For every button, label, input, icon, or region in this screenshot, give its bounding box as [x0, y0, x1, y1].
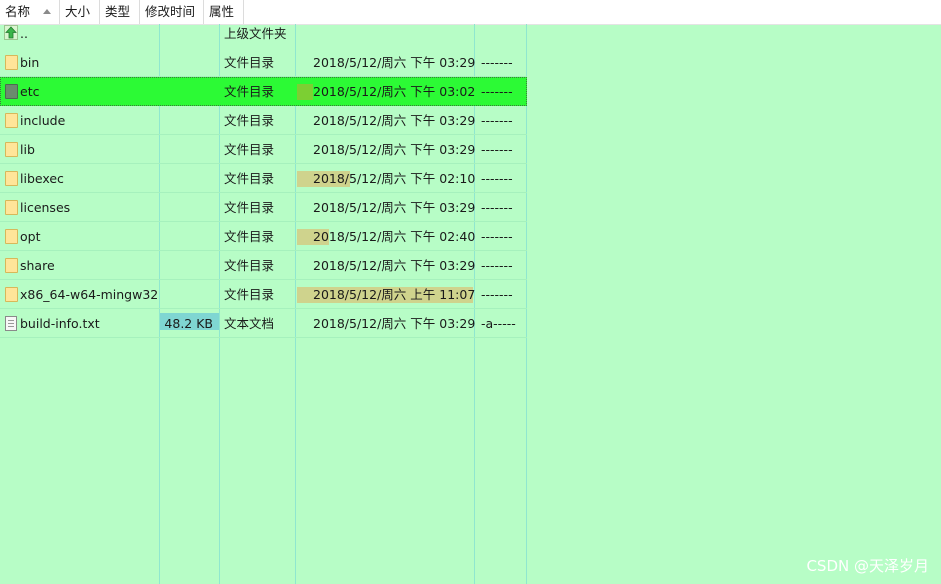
column-header-modified[interactable]: 修改时间 [140, 0, 204, 24]
file-size [160, 193, 219, 222]
file-row[interactable]: build-info.txt 48.2 KB 文本文档 2018/5/12/周六 下午… [0, 309, 527, 338]
folder-row[interactable]: share 文件目录 2018/5/12/周六 下午 03:29 ------- [0, 251, 527, 280]
folder-row[interactable]: libexec 文件目录 2018/5/12/周六 下午 02:10 ------- [0, 164, 527, 193]
file-name: include [20, 113, 66, 128]
column-header-modified-label: 修改时间 [145, 4, 196, 19]
column-header: 名称 大小 类型 修改时间 属性 [0, 0, 941, 25]
file-size [160, 164, 219, 193]
file-size [160, 106, 219, 135]
folder-icon [5, 258, 18, 273]
file-size [160, 135, 219, 164]
column-header-size-label: 大小 [65, 4, 91, 19]
file-name: x86_64-w64-mingw32 [20, 287, 159, 302]
file-icon [5, 316, 17, 331]
file-attributes: -a----- [481, 316, 516, 331]
file-attributes: ------- [481, 55, 513, 70]
column-header-name-label: 名称 [5, 4, 31, 19]
file-attributes: ------- [481, 84, 513, 99]
file-modified: 2018/5/12/周六 下午 03:29 [313, 55, 476, 70]
file-type: 文本文档 [224, 316, 275, 331]
file-attributes: ------- [481, 200, 513, 215]
file-name: opt [20, 229, 41, 244]
file-name: libexec [20, 171, 64, 186]
parent-folder-row[interactable]: .. 上级文件夹 [0, 24, 527, 43]
folder-icon [5, 287, 18, 302]
parent-folder-type: 上级文件夹 [224, 26, 287, 41]
file-modified: 2018/5/12/周六 下午 03:29 [313, 316, 476, 331]
folder-row[interactable]: etc 文件目录 2018/5/12/周六 下午 03:02 ------- [0, 77, 527, 106]
column-header-name[interactable]: 名称 [0, 0, 60, 24]
file-name: lib [20, 142, 35, 157]
folder-icon [5, 55, 18, 70]
file-type: 文件目录 [224, 84, 275, 99]
up-arrow-icon [4, 25, 18, 40]
file-modified: 2018/5/12/周六 上午 11:07 [313, 287, 476, 302]
file-size [160, 251, 219, 280]
folder-row[interactable]: x86_64-w64-mingw32 文件目录 2018/5/12/周六 上午 11… [0, 280, 527, 309]
file-modified: 2018/5/12/周六 下午 03:29 [313, 113, 476, 128]
file-name: share [20, 258, 55, 273]
file-modified: 2018/5/12/周六 下午 03:02 [313, 84, 476, 99]
folder-row[interactable]: bin 文件目录 2018/5/12/周六 下午 03:29 ------- [0, 48, 527, 77]
file-type: 文件目录 [224, 113, 275, 128]
file-type: 文件目录 [224, 229, 275, 244]
column-header-size[interactable]: 大小 [60, 0, 100, 24]
file-size [160, 77, 219, 106]
folder-icon [5, 200, 18, 215]
file-modified: 2018/5/12/周六 下午 03:29 [313, 142, 476, 157]
file-attributes: ------- [481, 287, 513, 302]
folder-row[interactable]: lib 文件目录 2018/5/12/周六 下午 03:29 ------- [0, 135, 527, 164]
file-size [160, 280, 219, 309]
file-modified: 2018/5/12/周六 下午 02:10 [313, 171, 476, 186]
file-name: licenses [20, 200, 71, 215]
file-name: build-info.txt [20, 316, 100, 331]
folder-row[interactable]: licenses 文件目录 2018/5/12/周六 下午 03:29 ------- [0, 193, 527, 222]
column-header-attributes[interactable]: 属性 [204, 0, 244, 24]
file-attributes: ------- [481, 258, 513, 273]
watermark: CSDN @天泽岁月 [806, 557, 929, 575]
column-header-type[interactable]: 类型 [100, 0, 140, 24]
file-type: 文件目录 [224, 258, 275, 273]
file-size [160, 222, 219, 251]
file-type: 文件目录 [224, 287, 275, 302]
file-name: bin [20, 55, 40, 70]
file-modified: 2018/5/12/周六 下午 03:29 [313, 200, 476, 215]
file-attributes: ------- [481, 171, 513, 186]
sort-ascending-icon [43, 9, 51, 14]
folder-icon [5, 84, 18, 99]
folder-row[interactable]: include 文件目录 2018/5/12/周六 下午 03:29 ------- [0, 106, 527, 135]
file-attributes: ------- [481, 229, 513, 244]
folder-icon [5, 229, 18, 244]
file-size: 48.2 KB [164, 316, 213, 331]
file-size [160, 48, 219, 77]
column-header-type-label: 类型 [105, 4, 131, 19]
folder-icon [5, 171, 18, 186]
file-name: etc [20, 84, 40, 99]
column-header-attributes-label: 属性 [209, 4, 235, 19]
folder-icon [5, 142, 18, 157]
file-type: 文件目录 [224, 55, 275, 70]
file-modified: 2018/5/12/周六 下午 03:29 [313, 258, 476, 273]
file-attributes: ------- [481, 113, 513, 128]
file-attributes: ------- [481, 142, 513, 157]
file-modified: 2018/5/12/周六 下午 02:40 [313, 229, 476, 244]
folder-icon [5, 113, 18, 128]
file-type: 文件目录 [224, 142, 275, 157]
parent-folder-name: .. [20, 26, 28, 41]
file-type: 文件目录 [224, 171, 275, 186]
file-type: 文件目录 [224, 200, 275, 215]
folder-row[interactable]: opt 文件目录 2018/5/12/周六 下午 02:40 ------- [0, 222, 527, 251]
